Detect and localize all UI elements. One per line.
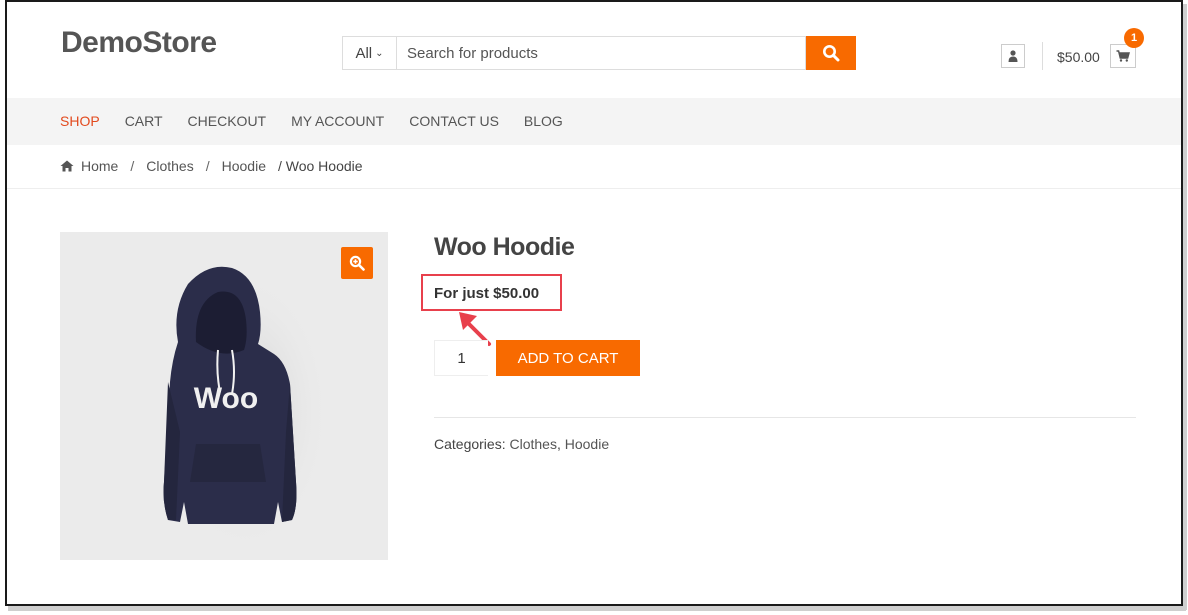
- breadcrumb-current: / Woo Hoodie: [277, 158, 363, 174]
- product-image[interactable]: Woo: [60, 232, 388, 560]
- search-input[interactable]: [396, 36, 806, 70]
- frame-shadow-bottom: [8, 606, 1186, 611]
- quantity-input[interactable]: [434, 340, 488, 376]
- search-button[interactable]: [806, 36, 856, 70]
- user-icon: [1008, 50, 1018, 62]
- search-category-label: All: [355, 44, 373, 62]
- search-icon: [823, 45, 840, 62]
- cart-icon: [1116, 50, 1130, 62]
- product-price: For just $50.00: [434, 285, 540, 302]
- breadcrumb-clothes[interactable]: Clothes: [146, 158, 193, 174]
- nav-item-contact-us[interactable]: CONTACT US: [409, 113, 499, 129]
- zoom-in-icon: [349, 255, 365, 271]
- product-title: Woo Hoodie: [434, 233, 575, 261]
- cart-total[interactable]: $50.00: [1057, 49, 1100, 65]
- cart-count-badge: 1: [1124, 28, 1144, 48]
- hoodie-illustration: Woo: [160, 266, 330, 552]
- breadcrumb: Home / Clothes / Hoodie / Woo Hoodie: [60, 158, 363, 174]
- nav-item-my-account[interactable]: MY ACCOUNT: [291, 113, 384, 129]
- site-logo[interactable]: DemoStore: [61, 26, 217, 60]
- breadcrumb-home[interactable]: Home: [81, 158, 118, 174]
- category-link-hoodie[interactable]: Hoodie: [565, 436, 609, 452]
- breadcrumb-separator: /: [130, 158, 135, 174]
- nav-item-cart[interactable]: CART: [125, 113, 163, 129]
- nav-item-blog[interactable]: BLOG: [524, 113, 563, 129]
- product-search: All ⌄: [342, 36, 856, 70]
- page-frame: DemoStore All ⌄ $50.00 1: [5, 0, 1183, 606]
- breadcrumb-hoodie[interactable]: Hoodie: [222, 158, 266, 174]
- chevron-down-icon: ⌄: [375, 47, 384, 59]
- search-category-select[interactable]: All ⌄: [342, 36, 396, 70]
- breadcrumb-divider: [7, 188, 1181, 189]
- breadcrumb-separator: /: [205, 158, 210, 174]
- hoodie-print-text: Woo: [194, 382, 258, 415]
- nav-item-shop[interactable]: SHOP: [60, 113, 100, 129]
- main-nav: SHOP CART CHECKOUT MY ACCOUNT CONTACT US…: [7, 98, 1181, 145]
- home-icon: [60, 160, 74, 172]
- categories-label: Categories:: [434, 436, 506, 452]
- frame-shadow-right: [1183, 4, 1187, 610]
- nav-item-checkout[interactable]: CHECKOUT: [188, 113, 267, 129]
- header-divider: [1042, 42, 1043, 70]
- zoom-button[interactable]: [341, 247, 373, 279]
- account-button[interactable]: [1001, 44, 1025, 68]
- category-link-clothes[interactable]: Clothes: [509, 436, 556, 452]
- summary-divider: [434, 417, 1136, 418]
- add-to-cart-button[interactable]: ADD TO CART: [496, 340, 640, 376]
- product-categories: Categories: Clothes, Hoodie: [434, 436, 610, 452]
